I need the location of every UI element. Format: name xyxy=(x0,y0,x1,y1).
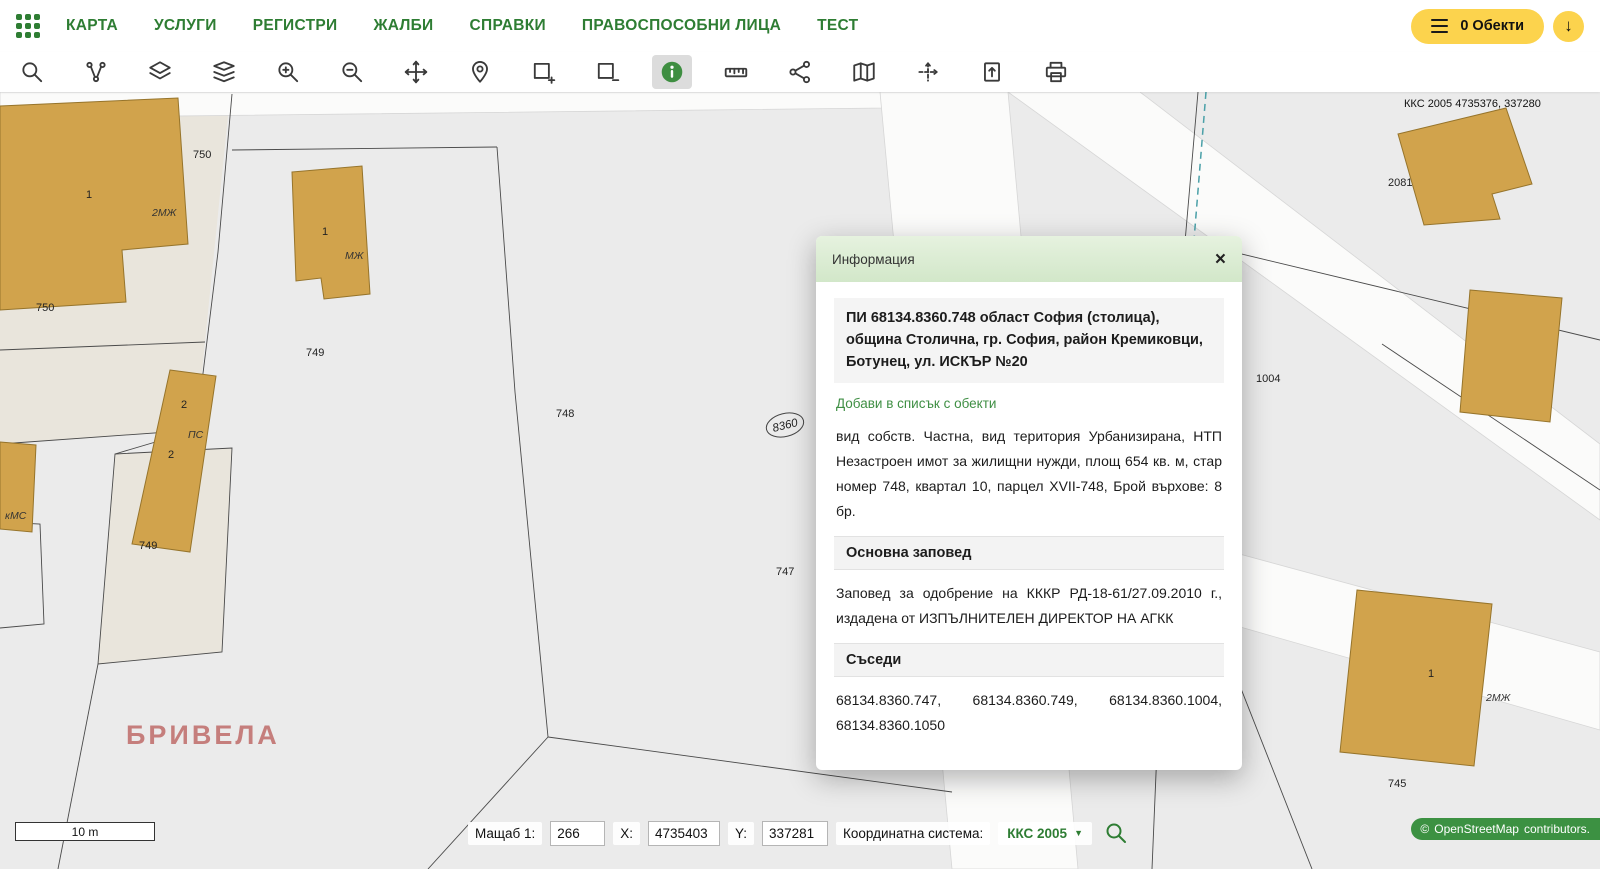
crs-selected-value: ККС 2005 xyxy=(1007,826,1067,841)
layers-tool-button[interactable] xyxy=(140,55,180,89)
objects-list-button[interactable]: 0 Обекти xyxy=(1411,9,1544,44)
main-order-section-header: Основна заповед xyxy=(834,536,1224,570)
copyright-icon: © xyxy=(1420,822,1429,836)
neighbors-text: 68134.8360.747, 68134.8360.749, 68134.83… xyxy=(836,688,1222,738)
scale-input[interactable] xyxy=(550,821,605,846)
layer-order-icon xyxy=(211,59,237,85)
y-coordinate-label: Y: xyxy=(728,822,754,845)
x-coordinate-label: X: xyxy=(613,822,640,845)
zoom-rectangle-in-icon xyxy=(531,59,557,85)
coordinates-tool-button[interactable] xyxy=(908,55,948,89)
map-attribution: © OpenStreetMap contributors. xyxy=(1411,818,1600,840)
attribution-suffix: contributors. xyxy=(1524,822,1590,836)
collapse-panel-button[interactable]: ↓ xyxy=(1553,11,1584,42)
layer-order-tool-button[interactable] xyxy=(204,55,244,89)
search-tool-button[interactable] xyxy=(12,55,52,89)
nav-item-uslugi[interactable]: УСЛУГИ xyxy=(154,17,217,35)
nav-right-controls: 0 Обекти ↓ xyxy=(1411,9,1584,44)
nav-item-pravosposobni-litsa[interactable]: ПРАВОСПОСОБНИ ЛИЦА xyxy=(582,17,781,35)
nav-item-zhalbi[interactable]: ЖАЛБИ xyxy=(373,17,433,35)
neighbors-section-header: Съседи xyxy=(834,643,1224,677)
close-icon[interactable]: × xyxy=(1215,250,1226,269)
coordinates-axes-icon xyxy=(915,59,941,85)
nav-item-spravki[interactable]: СПРАВКИ xyxy=(470,17,546,35)
x-coordinate-input[interactable] xyxy=(648,821,720,846)
measure-ruler-icon xyxy=(723,59,749,85)
search-icon xyxy=(19,59,45,85)
location-pin-icon xyxy=(467,59,493,85)
nav-item-test[interactable]: ТЕСТ xyxy=(817,17,858,35)
cadastral-basemap: 8360 xyxy=(0,92,1600,869)
export-tool-button[interactable] xyxy=(972,55,1012,89)
nav-item-karta[interactable]: КАРТА xyxy=(66,17,118,35)
identify-info-tool-button[interactable] xyxy=(652,55,692,89)
search-icon xyxy=(1104,821,1128,845)
map-sheet-tool-button[interactable] xyxy=(844,55,884,89)
openstreetmap-link[interactable]: OpenStreetMap xyxy=(1434,822,1519,836)
measure-tool-button[interactable] xyxy=(716,55,756,89)
main-order-text: Заповед за одобрение на КККР РД-18-61/27… xyxy=(836,581,1222,631)
scale-bar: 10 m xyxy=(15,822,155,841)
zoom-rectangle-out-tool-button[interactable] xyxy=(588,55,628,89)
info-popup-body: ПИ 68134.8360.748 област София (столица)… xyxy=(816,282,1242,770)
objects-count-label: 0 Обекти xyxy=(1460,18,1524,34)
export-document-icon xyxy=(979,59,1005,85)
info-popup-header: Информация × xyxy=(816,236,1242,282)
zoom-rectangle-out-icon xyxy=(595,59,621,85)
top-navigation-bar: КАРТА УСЛУГИ РЕГИСТРИ ЖАЛБИ СПРАВКИ ПРАВ… xyxy=(0,0,1600,52)
arrow-down-icon: ↓ xyxy=(1564,16,1573,36)
share-nodes-icon xyxy=(787,59,813,85)
scale-label: Мащаб 1: xyxy=(468,822,542,845)
print-tool-button[interactable] xyxy=(1036,55,1076,89)
zoom-in-icon xyxy=(275,59,301,85)
y-coordinate-input[interactable] xyxy=(762,821,828,846)
info-popup: Информация × ПИ 68134.8360.748 област Со… xyxy=(816,236,1242,770)
info-icon xyxy=(659,59,685,85)
scale-bar-label: 10 m xyxy=(72,825,99,839)
parcel-details-text: вид собств. Частна, вид територия Урбани… xyxy=(836,424,1222,524)
zoom-in-tool-button[interactable] xyxy=(268,55,308,89)
main-menu: КАРТА УСЛУГИ РЕГИСТРИ ЖАЛБИ СПРАВКИ ПРАВ… xyxy=(66,17,858,35)
share-tool-button[interactable] xyxy=(780,55,820,89)
layers-icon xyxy=(147,59,173,85)
map-toolbar xyxy=(0,52,1600,92)
hamburger-icon xyxy=(1431,19,1448,34)
info-popup-title: Информация xyxy=(832,252,915,267)
add-to-objects-link[interactable]: Добави в списък с обекти xyxy=(836,396,996,411)
pan-icon xyxy=(403,59,429,85)
pan-tool-button[interactable] xyxy=(396,55,436,89)
nav-item-registri[interactable]: РЕГИСТРИ xyxy=(253,17,338,35)
apps-grid-icon[interactable] xyxy=(16,14,40,38)
crs-label: Координатна система: xyxy=(836,822,990,845)
parcel-title: ПИ 68134.8360.748 област София (столица)… xyxy=(834,298,1224,383)
map-canvas[interactable]: 8360 75012МЖ1МЖ7507497482ПС2кМС749747208… xyxy=(0,92,1600,869)
zoom-out-tool-button[interactable] xyxy=(332,55,372,89)
parcel-badge-8360: 8360 xyxy=(764,409,806,441)
print-icon xyxy=(1043,59,1069,85)
crs-select[interactable]: ККС 2005 ▼ xyxy=(998,822,1092,845)
location-tool-button[interactable] xyxy=(460,55,500,89)
coordinate-search-button[interactable] xyxy=(1100,818,1132,848)
zoom-out-icon xyxy=(339,59,365,85)
select-objects-tool-button[interactable] xyxy=(76,55,116,89)
zoom-rectangle-in-tool-button[interactable] xyxy=(524,55,564,89)
map-icon xyxy=(851,59,877,85)
chevron-down-icon: ▼ xyxy=(1074,828,1083,838)
status-bar: Мащаб 1: X: Y: Координатна система: ККС … xyxy=(468,818,1132,848)
select-objects-icon xyxy=(83,59,109,85)
